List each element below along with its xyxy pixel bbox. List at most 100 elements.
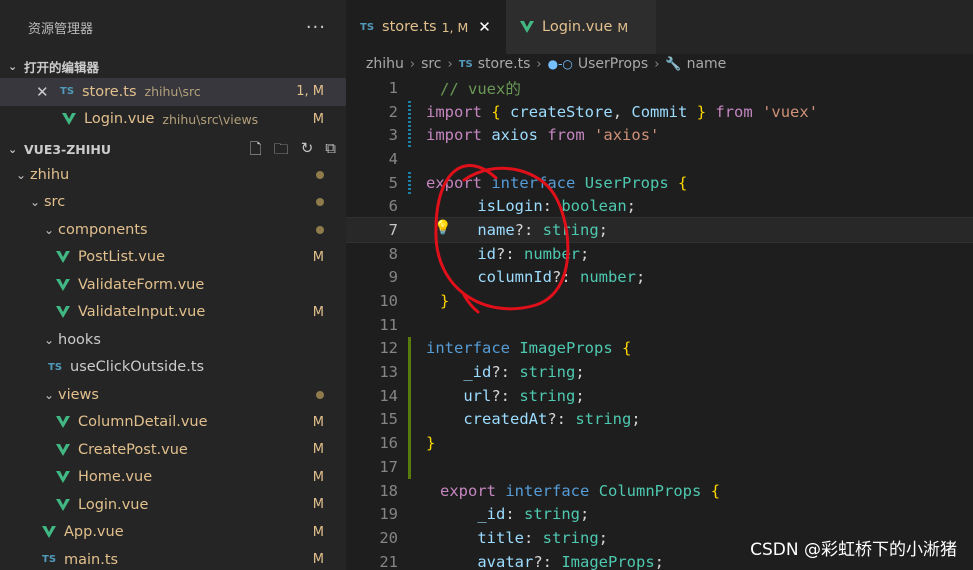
code-line[interactable]: 15 createdAt?: string;	[346, 407, 973, 432]
file-item[interactable]: ValidateForm.vue	[0, 271, 346, 299]
folder-item[interactable]: ⌄ src	[0, 189, 346, 217]
more-actions-icon[interactable]: ···	[306, 17, 326, 38]
tree-item-label: Home.vue	[78, 469, 153, 486]
breadcrumb-item[interactable]: UserProps	[578, 56, 648, 72]
code-line[interactable]: 8 id?: number;	[346, 242, 973, 266]
code-token: ?:	[491, 363, 520, 382]
file-item[interactable]: TS main.ts M	[0, 546, 346, 570]
chevron-right-icon: ›	[447, 56, 453, 72]
status-badge: M	[312, 111, 324, 127]
code-token: boolean	[561, 197, 627, 216]
gutter	[406, 76, 414, 100]
interface-icon: ●-○	[547, 57, 573, 71]
ts-icon: TS	[42, 554, 57, 566]
file-item[interactable]: PostList.vue M	[0, 244, 346, 272]
code-line[interactable]: 7 name?: string; 💡	[346, 217, 973, 243]
close-icon[interactable]: ✕	[478, 18, 491, 36]
gutter	[406, 289, 414, 313]
code-text: import { createStore, Commit } from 'vue…	[426, 103, 818, 121]
file-item[interactable]: ColumnDetail.vue M	[0, 409, 346, 437]
code-line[interactable]: 5 export interface UserProps {	[346, 170, 973, 195]
tab-status: M	[617, 19, 629, 35]
chevron-down-icon: ⌄	[44, 222, 55, 237]
gutter	[406, 502, 414, 526]
folder-item[interactable]: ⌄ views	[0, 381, 346, 409]
breadcrumb-item[interactable]: zhihu	[366, 56, 404, 72]
line-number: 7	[388, 220, 398, 239]
code-token: ;	[580, 505, 590, 524]
vue-icon	[56, 443, 78, 456]
file-item[interactable]: Home.vue M	[0, 464, 346, 492]
tree-item-label: CreatePost.vue	[78, 441, 188, 458]
code-line[interactable]: 16}	[346, 431, 973, 455]
code-token: _id	[477, 505, 506, 524]
vue-icon	[56, 471, 78, 484]
explorer-sidebar: 资源管理器 ··· ⌄ 打开的编辑器 ✕ TS store.ts zhihu\s…	[0, 0, 346, 570]
code-line[interactable]: 9 columnId?: number;	[346, 266, 973, 290]
breadcrumb-item[interactable]: src	[421, 56, 441, 72]
code-token: {	[491, 102, 501, 121]
code-token: ?:	[496, 244, 524, 263]
line-number: 9	[388, 268, 398, 287]
code-line[interactable]: 11	[346, 313, 973, 337]
code-line[interactable]: 10}	[346, 289, 973, 313]
code-token: ;	[575, 363, 585, 382]
file-item[interactable]: Login.vue M	[0, 491, 346, 519]
lightbulb-icon[interactable]: 💡	[434, 220, 451, 236]
code-line[interactable]: 6 isLogin: boolean;	[346, 194, 973, 218]
tree-item-label: useClickOutside.ts	[70, 359, 205, 376]
open-editor-item[interactable]: ✕ TS store.ts zhihu\src 1, M	[0, 78, 346, 106]
folder-item[interactable]: ⌄ zhihu	[0, 161, 346, 189]
code-line[interactable]: 4	[346, 147, 973, 171]
gutter	[406, 479, 414, 503]
code-line[interactable]: 18 export interface ColumnProps {	[346, 479, 973, 503]
line-number: 21	[379, 552, 398, 570]
code-line[interactable]: 1 // vuex的	[346, 76, 973, 100]
code-text: _id?: string;	[426, 363, 585, 382]
line-number: 19	[379, 505, 398, 524]
chevron-down-icon: ⌄	[16, 167, 27, 182]
file-item[interactable]: ValidateInput.vue M	[0, 299, 346, 327]
gutter-added-marker	[408, 360, 416, 384]
tab-login-vue[interactable]: Login.vue M	[506, 0, 656, 54]
folder-item[interactable]: ⌄ hooks	[0, 326, 346, 354]
tree-item-label: App.vue	[64, 524, 124, 541]
breadcrumb-item[interactable]: store.ts	[478, 56, 531, 72]
code-line[interactable]: 14 url?: string;	[346, 383, 973, 408]
file-item[interactable]: TS useClickOutside.ts	[0, 354, 346, 382]
code-token: from	[715, 102, 753, 121]
code-token: ;	[575, 386, 585, 405]
code-line[interactable]: 2 import { createStore, Commit } from 'vu…	[346, 99, 973, 124]
vue-icon	[42, 526, 64, 539]
code-token: number	[524, 244, 580, 263]
open-editors-header[interactable]: ⌄ 打开的编辑器	[0, 54, 346, 78]
code-text: import axios from 'axios'	[426, 126, 659, 144]
folder-item[interactable]: ⌄ components	[0, 216, 346, 244]
code-editor[interactable]: 1 // vuex的 2 import { createStore, Commit }…	[346, 76, 973, 570]
code-token: url	[463, 386, 492, 405]
close-icon[interactable]: ✕	[36, 83, 54, 101]
line-number: 2	[388, 102, 398, 121]
breadcrumb: zhihu › src › TS store.ts › ●-○ UserProp…	[346, 54, 973, 74]
tree-item-label: src	[44, 194, 66, 211]
line-number: 15	[379, 410, 398, 429]
project-header[interactable]: ⌄ VUE3-ZHIHU 🗋 🗀 ↻ ⧉	[0, 137, 346, 161]
open-editor-item[interactable]: Login.vue zhihu\src\views M	[0, 106, 346, 134]
tab-store-ts[interactable]: TS store.ts 1, M ✕	[346, 0, 506, 54]
code-line[interactable]: 3 import axios from 'axios'	[346, 123, 973, 148]
breadcrumb-item[interactable]: name	[687, 56, 727, 72]
ts-icon: TS	[60, 86, 75, 98]
file-item[interactable]: CreatePost.vue M	[0, 436, 346, 464]
code-line[interactable]: 17	[346, 455, 973, 479]
code-line[interactable]: 13 _id?: string;	[346, 360, 973, 384]
code-line[interactable]: 12 interface ImageProps {	[346, 336, 973, 361]
gutter	[406, 194, 414, 218]
code-line[interactable]: 19 _id: string;	[346, 502, 973, 526]
file-item[interactable]: App.vue M	[0, 519, 346, 547]
chevron-right-icon: ›	[654, 56, 660, 72]
line-number: 18	[379, 481, 398, 500]
status-badge: M	[312, 249, 324, 265]
